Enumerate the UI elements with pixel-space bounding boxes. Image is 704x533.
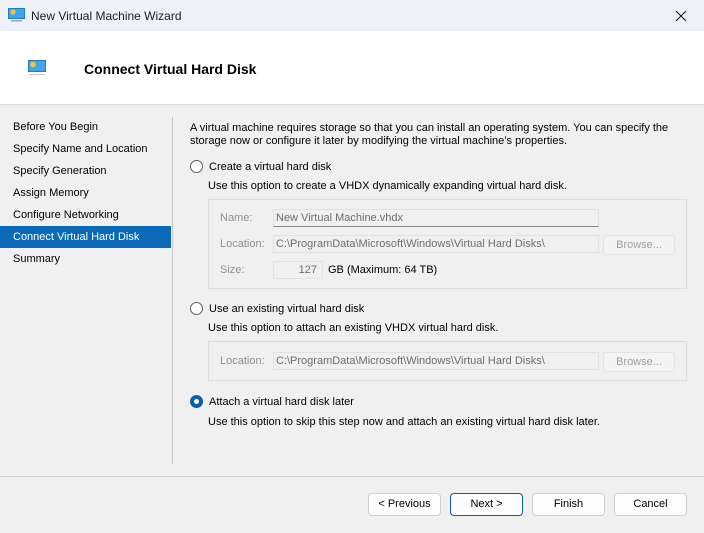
page-title: Connect Virtual Hard Disk (84, 61, 257, 77)
virtual-machine-icon (28, 60, 46, 76)
close-icon (675, 10, 687, 21)
nav-item-summary[interactable]: Summary (0, 248, 172, 270)
attach-later-hint: Use this option to skip this step now an… (208, 416, 600, 428)
radio-button-checked[interactable] (190, 395, 203, 408)
existing-location-input[interactable]: C:\ProgramData\Microsoft\Windows\Virtual… (273, 352, 599, 370)
nav-item-specify-name-location[interactable]: Specify Name and Location (0, 138, 172, 160)
radio-attach-later-label: Attach a virtual hard disk later (209, 395, 354, 408)
vhd-size-unit: GB (Maximum: 64 TB) (328, 264, 438, 276)
finish-button[interactable]: Finish (532, 493, 605, 516)
radio-use-existing-vhd-label: Use an existing virtual hard disk (209, 302, 365, 315)
cancel-button[interactable]: Cancel (614, 493, 687, 516)
vhd-browse-button[interactable]: Browse... (603, 235, 675, 255)
nav-item-connect-virtual-hard-disk[interactable]: Connect Virtual Hard Disk (0, 226, 171, 248)
page-header: Connect Virtual Hard Disk (0, 31, 704, 105)
radio-button[interactable] (190, 160, 203, 173)
nav-item-configure-networking[interactable]: Configure Networking (0, 204, 172, 226)
existing-vhd-group: Location: C:\ProgramData\Microsoft\Windo… (208, 341, 687, 381)
content-panel: A virtual machine requires storage so th… (190, 122, 690, 148)
radio-create-vhd[interactable]: Create a virtual hard disk (190, 160, 331, 173)
vhd-name-label: Name: (220, 212, 253, 224)
radio-use-existing-vhd[interactable]: Use an existing virtual hard disk (190, 302, 364, 315)
vhd-size-input[interactable]: 127 (273, 261, 323, 279)
vhd-name-input[interactable]: New Virtual Machine.vhdx (273, 209, 599, 227)
close-button[interactable] (658, 0, 704, 31)
window-title: New Virtual Machine Wizard (31, 9, 182, 23)
previous-button[interactable]: < Previous (368, 493, 441, 516)
existing-location-label: Location: (220, 355, 265, 367)
nav-item-assign-memory[interactable]: Assign Memory (0, 182, 172, 204)
radio-attach-later[interactable]: Attach a virtual hard disk later (190, 395, 354, 408)
vhd-location-label: Location: (220, 238, 265, 250)
existing-browse-button[interactable]: Browse... (603, 352, 675, 372)
page-description: A virtual machine requires storage so th… (190, 122, 669, 147)
radio-button[interactable] (190, 302, 203, 315)
title-bar: New Virtual Machine Wizard (0, 0, 704, 31)
create-vhd-hint: Use this option to create a VHDX dynamic… (208, 180, 567, 192)
create-vhd-group: Name: New Virtual Machine.vhdx Location:… (208, 199, 687, 289)
existing-vhd-hint: Use this option to attach an existing VH… (208, 322, 499, 334)
footer-divider (0, 476, 704, 477)
virtual-machine-icon (8, 8, 25, 22)
nav-divider (172, 117, 173, 464)
nav-item-before-you-begin[interactable]: Before You Begin (0, 116, 172, 138)
next-button[interactable]: Next > (450, 493, 523, 516)
vhd-location-input[interactable]: C:\ProgramData\Microsoft\Windows\Virtual… (273, 235, 599, 253)
vhd-size-label: Size: (220, 264, 245, 276)
radio-create-vhd-label: Create a virtual hard disk (209, 160, 332, 173)
wizard-steps-nav: Before You Begin Specify Name and Locati… (0, 116, 172, 270)
nav-item-specify-generation[interactable]: Specify Generation (0, 160, 172, 182)
